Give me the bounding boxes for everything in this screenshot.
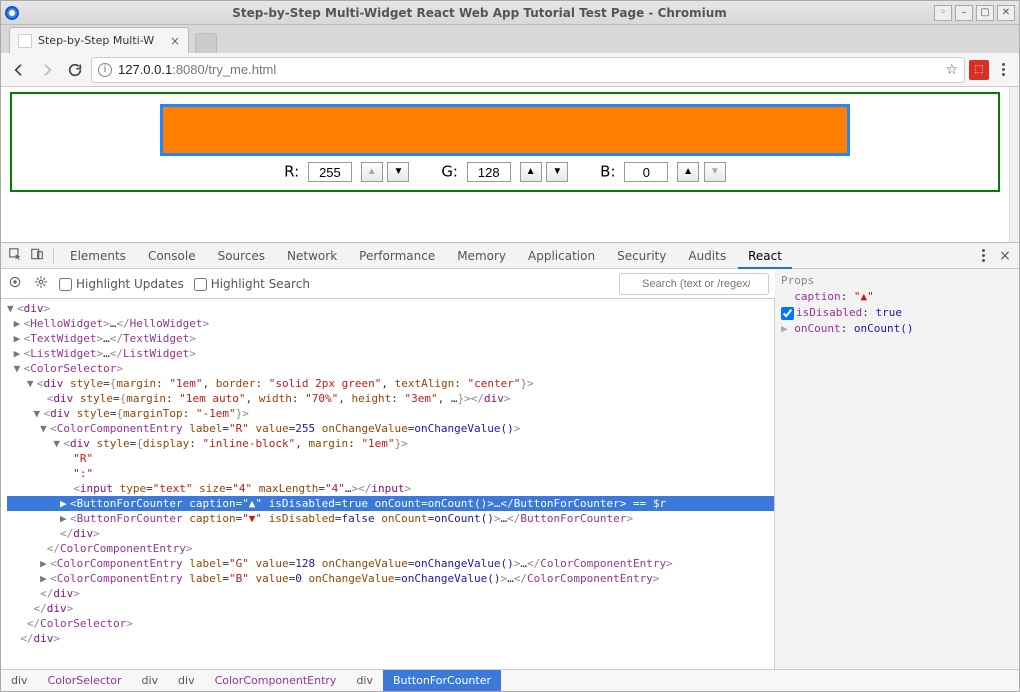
tab-security[interactable]: Security — [607, 243, 676, 268]
react-search-input[interactable] — [619, 273, 769, 295]
inspect-element-icon[interactable] — [5, 247, 25, 264]
browser-tab[interactable]: Step-by-Step Multi-W × — [9, 27, 189, 53]
crumb-div[interactable]: div — [1, 670, 38, 691]
new-tab-button[interactable] — [195, 33, 217, 53]
props-header: Props — [781, 273, 1013, 289]
r-up-button[interactable]: ▲ — [361, 162, 383, 182]
g-down-button[interactable]: ▼ — [546, 162, 568, 182]
prop-oncount: ▶ onCount: onCount() — [781, 321, 1013, 337]
chromium-icon — [5, 6, 19, 20]
window-close-button[interactable]: ✕ — [997, 5, 1015, 21]
favicon-icon — [18, 34, 32, 48]
devtools-menu-button[interactable] — [973, 249, 993, 262]
viewport: R: ▲ ▼ G: ▲ ▼ B: — [1, 87, 1019, 691]
devtools-close-button[interactable]: × — [995, 248, 1015, 264]
b-down-button[interactable]: ▼ — [704, 162, 726, 182]
react-component-tree[interactable]: ▼<div> ▶<HelloWidget>…</HelloWidget> ▶<T… — [1, 299, 775, 669]
window-maximize-button[interactable]: ▢ — [976, 5, 994, 21]
extension-button[interactable]: ⬚ — [969, 60, 989, 80]
color-selector: R: ▲ ▼ G: ▲ ▼ B: — [10, 92, 1000, 192]
g-label: G: — [441, 163, 458, 181]
tab-sources[interactable]: Sources — [208, 243, 275, 268]
forward-button[interactable] — [35, 58, 59, 82]
browser-window: Step-by-Step Multi-Widget React Web App … — [0, 0, 1020, 692]
react-settings-icon[interactable] — [33, 275, 49, 292]
page-content: R: ▲ ▼ G: ▲ ▼ B: — [1, 87, 1009, 242]
bookmark-star-icon[interactable]: ☆ — [945, 62, 958, 78]
back-button[interactable] — [7, 58, 31, 82]
tab-network[interactable]: Network — [277, 243, 347, 268]
color-component-b: B: ▲ ▼ — [600, 162, 726, 182]
crumb-colorcomponententry[interactable]: ColorComponentEntry — [205, 670, 347, 691]
page-scrollbar[interactable] — [1009, 87, 1019, 242]
tab-label: Step-by-Step Multi-W — [38, 34, 164, 47]
react-breadcrumb: div ColorSelector div div ColorComponent… — [1, 669, 1019, 691]
crumb-div3[interactable]: div — [168, 670, 205, 691]
g-input[interactable] — [467, 162, 511, 182]
r-label: R: — [284, 163, 299, 181]
b-label: B: — [600, 163, 615, 181]
chrome-menu-button[interactable] — [993, 63, 1013, 76]
tab-react[interactable]: React — [738, 243, 792, 268]
device-toggle-icon[interactable] — [27, 247, 47, 264]
selected-tree-node[interactable]: ▶<ButtonForCounter caption="▲" isDisable… — [7, 496, 774, 511]
highlight-updates-checkbox[interactable]: Highlight Updates — [59, 277, 184, 291]
g-up-button[interactable]: ▲ — [520, 162, 542, 182]
reload-button[interactable] — [63, 58, 87, 82]
inspect-react-icon[interactable] — [7, 275, 23, 292]
prop-isdisabled: isDisabled: true — [781, 305, 1013, 321]
react-props-panel: Props caption: "▲" isDisabled: true ▶ on… — [775, 269, 1019, 669]
window-unfocus-button[interactable]: ◦ — [934, 5, 952, 21]
crumb-div4[interactable]: div — [346, 670, 383, 691]
tab-elements[interactable]: Elements — [60, 243, 136, 268]
color-component-r: R: ▲ ▼ — [284, 162, 409, 182]
window-titlebar: Step-by-Step Multi-Widget React Web App … — [1, 1, 1019, 25]
window-title: Step-by-Step Multi-Widget React Web App … — [25, 6, 934, 20]
color-swatch — [160, 104, 850, 156]
tab-performance[interactable]: Performance — [349, 243, 445, 268]
b-input[interactable] — [624, 162, 668, 182]
devtools-tabs: Elements Console Sources Network Perform… — [1, 243, 1019, 269]
rgb-controls: R: ▲ ▼ G: ▲ ▼ B: — [12, 162, 998, 190]
react-toolbar: Highlight Updates Highlight Search 🔍 — [1, 269, 775, 299]
tab-close-button[interactable]: × — [170, 34, 180, 48]
window-minimize-button[interactable]: – — [955, 5, 973, 21]
toolbar: i 127.0.0.1:8080/try_me.html ☆ ⬚ — [1, 53, 1019, 87]
tab-application[interactable]: Application — [518, 243, 605, 268]
devtools-panel: Elements Console Sources Network Perform… — [1, 242, 1019, 691]
tab-audits[interactable]: Audits — [678, 243, 736, 268]
crumb-div2[interactable]: div — [131, 670, 168, 691]
b-up-button[interactable]: ▲ — [677, 162, 699, 182]
tab-memory[interactable]: Memory — [447, 243, 516, 268]
color-component-g: G: ▲ ▼ — [441, 162, 568, 182]
tab-strip: Step-by-Step Multi-W × — [1, 25, 1019, 53]
isdisabled-checkbox[interactable] — [781, 307, 794, 320]
highlight-search-checkbox[interactable]: Highlight Search — [194, 277, 310, 291]
crumb-buttonforcounter[interactable]: ButtonForCounter — [383, 670, 501, 691]
site-info-icon[interactable]: i — [98, 63, 112, 77]
url-host: 127.0.0.1:8080/try_me.html — [118, 62, 276, 78]
crumb-colorselector[interactable]: ColorSelector — [38, 670, 132, 691]
prop-caption: caption: "▲" — [781, 289, 1013, 305]
address-bar[interactable]: i 127.0.0.1:8080/try_me.html ☆ — [91, 57, 965, 83]
tab-console[interactable]: Console — [138, 243, 206, 268]
r-down-button[interactable]: ▼ — [387, 162, 409, 182]
r-input[interactable] — [308, 162, 352, 182]
